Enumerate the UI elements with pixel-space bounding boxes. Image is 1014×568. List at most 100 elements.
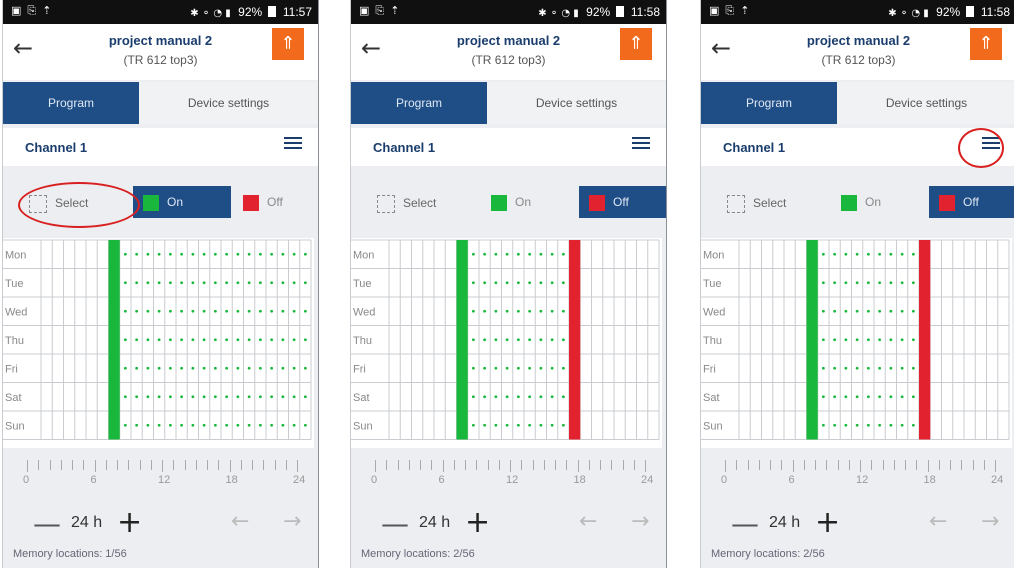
axis-tick-label: 0: [371, 474, 378, 486]
on-dot: [900, 395, 904, 399]
on-dot: [247, 338, 251, 342]
channel-label: Channel 1: [723, 140, 786, 155]
on-dot: [833, 281, 837, 285]
plus-icon[interactable]: +: [815, 505, 840, 540]
on-dot: [247, 281, 251, 285]
mode-on-button[interactable]: On: [831, 186, 929, 218]
on-dot: [225, 366, 229, 370]
arrow-left-icon[interactable]: ←: [579, 509, 597, 534]
on-dot: [483, 252, 487, 256]
on-dot: [225, 309, 229, 313]
off-switch-bar[interactable]: [919, 240, 931, 440]
axis-tick-label: 18: [225, 474, 238, 486]
mode-off-button[interactable]: Off: [243, 186, 283, 218]
on-dot: [561, 395, 565, 399]
mode-off-button[interactable]: Off: [929, 186, 1014, 218]
on-dot: [270, 252, 274, 256]
day-label: Wed: [353, 306, 375, 318]
channel-row: Channel 1: [351, 128, 666, 166]
off-switch-bar[interactable]: [569, 240, 581, 440]
axis-tick: [736, 460, 738, 470]
hour-axis: 0 6 12 18 24: [701, 460, 1014, 490]
on-switch-bar[interactable]: [806, 240, 818, 440]
axis-tick: [871, 460, 873, 470]
tab-program[interactable]: Program: [701, 82, 837, 124]
on-dot: [821, 281, 825, 285]
list-icon[interactable]: [284, 137, 302, 155]
arrow-right-icon[interactable]: →: [631, 509, 649, 534]
upload-signal-icon[interactable]: ⇑: [620, 28, 652, 60]
axis-tick: [600, 460, 601, 470]
on-dot: [833, 309, 837, 313]
on-dot: [889, 423, 893, 427]
on-dot: [855, 423, 859, 427]
on-dot: [539, 281, 543, 285]
axis-tick: [173, 460, 175, 470]
zoom-bar: — 24 h + ← →: [3, 505, 318, 541]
tab-program[interactable]: Program: [3, 82, 139, 124]
on-dot: [157, 395, 161, 399]
on-dot: [844, 281, 848, 285]
on-switch-bar[interactable]: [456, 240, 468, 440]
minus-icon[interactable]: —: [381, 507, 409, 540]
on-dot: [505, 338, 509, 342]
plus-icon[interactable]: +: [465, 505, 490, 540]
mode-select-button[interactable]: Select: [377, 186, 436, 220]
weekly-schedule-grid[interactable]: Mon Tue Wed Thu Fri Sat Sun: [701, 238, 1012, 448]
on-dot: [494, 366, 498, 370]
on-dot: [550, 281, 554, 285]
upload-signal-icon[interactable]: ⇑: [970, 28, 1002, 60]
tab-device-settings[interactable]: Device settings: [487, 82, 666, 124]
on-dot: [270, 366, 274, 370]
on-dot: [844, 395, 848, 399]
on-dot: [213, 309, 217, 313]
plus-icon[interactable]: +: [117, 505, 142, 540]
on-dot: [833, 395, 837, 399]
weekly-schedule-grid[interactable]: Mon Tue Wed Thu Fri Sat Sun: [3, 238, 314, 448]
on-dot: [550, 395, 554, 399]
arrow-right-icon[interactable]: →: [283, 509, 301, 534]
on-dot: [135, 338, 139, 342]
arrow-left-icon[interactable]: ←: [929, 509, 947, 534]
status-left-icons: ▣⎘⇡: [709, 4, 756, 17]
on-dot: [236, 395, 240, 399]
weekly-schedule-grid[interactable]: Mon Tue Wed Thu Fri Sat Sun: [351, 238, 662, 448]
on-dot: [561, 309, 565, 313]
axis-tick: [397, 460, 399, 470]
mode-on-button[interactable]: On: [133, 186, 231, 218]
on-dot: [494, 309, 498, 313]
on-dot: [833, 366, 837, 370]
on-dot: [539, 395, 543, 399]
on-dot: [180, 338, 184, 342]
upload-signal-icon[interactable]: ⇑: [272, 28, 304, 60]
minus-icon[interactable]: —: [731, 507, 759, 540]
mode-on-button[interactable]: On: [481, 186, 579, 218]
page-subtitle: (TR 612 top3): [821, 53, 896, 67]
tab-device-settings[interactable]: Device settings: [139, 82, 318, 124]
green-square-icon: [841, 194, 857, 211]
tab-program[interactable]: Program: [351, 82, 487, 124]
day-label: Wed: [5, 306, 27, 318]
on-dot: [516, 395, 520, 399]
on-switch-bar[interactable]: [108, 240, 120, 440]
on-dot: [516, 423, 520, 427]
on-dot: [157, 423, 161, 427]
red-square-icon: [939, 194, 955, 211]
on-dot: [213, 338, 217, 342]
on-dot: [258, 309, 262, 313]
on-dot: [225, 395, 229, 399]
arrow-right-icon[interactable]: →: [981, 509, 999, 534]
on-dot: [258, 281, 262, 285]
minus-icon[interactable]: —: [33, 507, 61, 540]
arrow-left-icon[interactable]: ←: [231, 509, 249, 534]
zoom-value: 24 h: [769, 514, 801, 531]
tab-device-settings[interactable]: Device settings: [837, 82, 1014, 124]
on-dot: [911, 281, 915, 285]
on-dot: [135, 309, 139, 313]
on-dot: [281, 423, 285, 427]
on-dot: [270, 309, 274, 313]
on-dot: [191, 309, 195, 313]
mode-off-button[interactable]: Off: [579, 186, 666, 218]
list-icon[interactable]: [632, 137, 650, 155]
mode-select-button[interactable]: Select: [727, 186, 786, 220]
